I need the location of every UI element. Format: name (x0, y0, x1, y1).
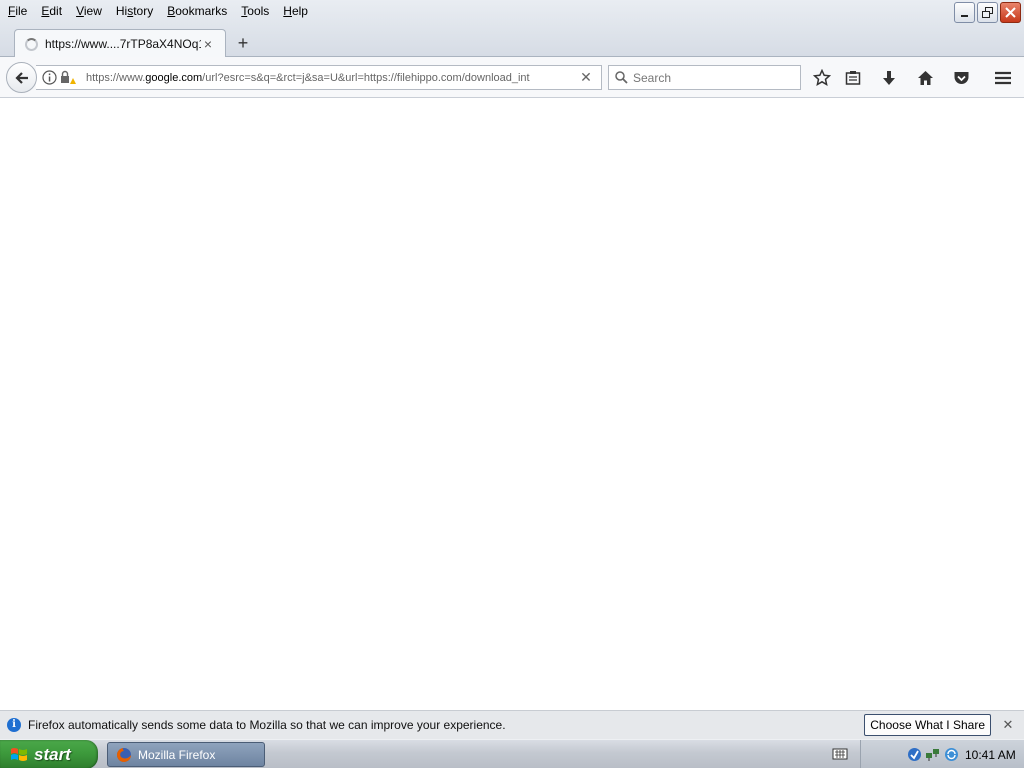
firefox-icon (117, 747, 131, 762)
browser-title-area: File Edit View History Bookmarks Tools H… (0, 0, 1024, 58)
close-icon (1005, 7, 1016, 18)
url-clear-button[interactable]: ✕ (571, 69, 601, 86)
tab-active[interactable]: https://www....7rTP8aX4NOq1 × (14, 29, 226, 58)
pocket-button[interactable] (950, 67, 972, 89)
open-menu-button[interactable] (992, 67, 1014, 89)
tab-close-button[interactable]: × (201, 36, 215, 52)
back-button[interactable] (6, 62, 37, 93)
new-tab-button[interactable]: + (234, 33, 252, 53)
home-button[interactable] (914, 67, 936, 89)
clock: 10:41 AM (965, 747, 1016, 762)
search-placeholder: Search (633, 70, 672, 85)
star-icon (813, 69, 831, 87)
downloads-button[interactable] (878, 67, 900, 89)
window-controls (954, 2, 1021, 23)
bookmarks-menu-button[interactable] (842, 67, 864, 89)
info-icon: i (7, 718, 21, 732)
search-bar[interactable]: Search (608, 65, 801, 90)
page-content[interactable] (0, 98, 1024, 710)
windows-logo-icon (11, 747, 27, 761)
loading-spinner-icon (25, 37, 38, 51)
system-tray: 10:41 AM (860, 740, 1024, 768)
menu-bar: File Edit View History Bookmarks Tools H… (0, 0, 316, 22)
minimize-icon (961, 15, 968, 17)
menu-tools[interactable]: Tools (235, 1, 277, 21)
start-button[interactable]: start (0, 740, 98, 768)
menu-view[interactable]: View (70, 1, 110, 21)
info-icon (42, 70, 57, 85)
restore-button[interactable] (977, 2, 998, 23)
bookmark-star-button[interactable] (811, 67, 833, 89)
minimize-button[interactable] (954, 2, 975, 23)
choose-what-i-share-button[interactable]: Choose What I Share (864, 714, 991, 736)
close-window-button[interactable] (1000, 2, 1021, 23)
clipboard-list-icon (845, 71, 861, 85)
notification-text: Firefox automatically sends some data to… (28, 718, 506, 732)
sync-icon[interactable] (944, 747, 959, 762)
navigation-toolbar: https://www.google.com/url?esrc=s&q=&rct… (0, 57, 1024, 98)
tab-title: https://www....7rTP8aX4NOq1 (45, 37, 201, 51)
notification-bar: i Firefox automatically sends some data … (0, 710, 1024, 739)
menu-history[interactable]: History (110, 1, 161, 21)
start-label: start (34, 744, 71, 764)
back-arrow-icon (14, 71, 28, 84)
menu-file[interactable]: File (2, 1, 35, 21)
restore-icon (982, 7, 993, 18)
download-arrow-icon (883, 71, 895, 85)
taskbar-item-label: Mozilla Firefox (138, 747, 216, 762)
keyboard-icon[interactable] (832, 746, 848, 762)
notification-close-button[interactable]: ✕ (1001, 717, 1015, 733)
site-identity[interactable] (36, 70, 86, 85)
insecure-lock-icon (61, 70, 76, 84)
menu-edit[interactable]: Edit (35, 1, 70, 21)
home-icon (917, 71, 933, 85)
hamburger-menu-icon (995, 71, 1011, 85)
taskbar-item-firefox[interactable]: Mozilla Firefox (107, 742, 265, 767)
pocket-icon (954, 72, 968, 84)
menu-bookmarks[interactable]: Bookmarks (161, 1, 235, 21)
network-icon[interactable] (925, 747, 940, 762)
taskbar: start Mozilla Firefox 10:41 AM (0, 739, 1024, 768)
search-icon (615, 71, 628, 84)
url-text[interactable]: https://www.google.com/url?esrc=s&q=&rct… (86, 72, 571, 84)
menu-help[interactable]: Help (277, 1, 316, 21)
address-bar[interactable]: https://www.google.com/url?esrc=s&q=&rct… (36, 65, 602, 90)
update-shield-icon[interactable] (907, 747, 922, 762)
